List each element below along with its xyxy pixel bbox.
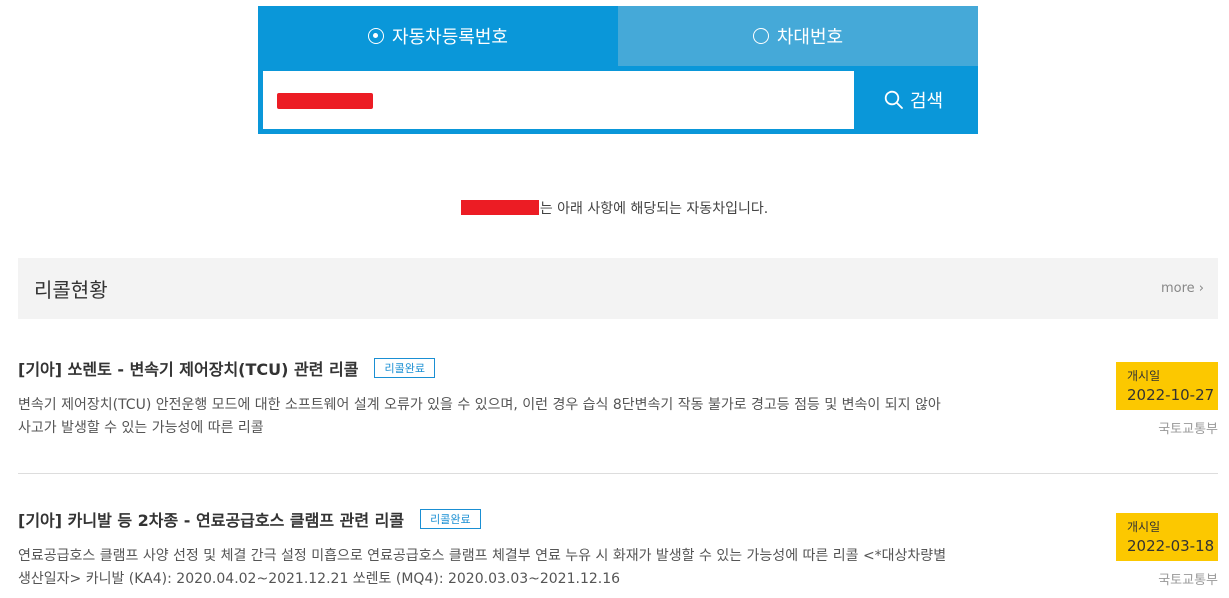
search-tabs: 자동차등록번호 차대번호 <box>258 6 978 66</box>
radio-unselected-icon[interactable] <box>752 28 769 44</box>
description-line: 사고가 발생할 수 있는 가능성에 따른 리콜 <box>18 420 264 436</box>
date-label: 개시일 <box>1127 520 1161 534</box>
status-badge: 리콜완료 <box>374 358 435 378</box>
search-input[interactable] <box>263 71 854 129</box>
recall-item-title-row: [기아] 카니발 등 2차종 - 연료공급호스 클램프 관련 리콜 리콜완료 <box>18 507 1218 531</box>
status-badge: 리콜완료 <box>420 509 481 529</box>
tab-label: 자동차등록번호 <box>392 27 508 48</box>
recall-item[interactable]: [기아] 쏘렌토 - 변속기 제어장치(TCU) 관련 리콜 리콜완료 변속기 … <box>18 356 1218 466</box>
description-line: 연료공급호스 클램프 사양 선정 및 체결 간극 설정 미흡으로 연료공급호스 … <box>18 548 947 564</box>
start-date-box: 개시일 2022-10-27 <box>1116 362 1218 410</box>
recall-item[interactable]: [기아] 카니발 등 2차종 - 연료공급호스 클램프 관련 리콜 리콜완료 연… <box>18 507 1218 598</box>
tab-registration-number[interactable]: 자동차등록번호 <box>258 6 618 66</box>
recall-section-header: 리콜현황 more › <box>18 258 1218 319</box>
redacted-value <box>277 93 373 109</box>
more-label: more <box>1160 281 1195 296</box>
chevron-right-icon: › <box>1198 281 1204 296</box>
agency-label: 국토교통부 <box>1158 573 1218 588</box>
recall-item-title[interactable]: [기아] 카니발 등 2차종 - 연료공급호스 클램프 관련 리콜 <box>18 507 404 531</box>
date-label: 개시일 <box>1127 369 1161 383</box>
date-value: 2022-03-18 <box>1127 537 1215 555</box>
result-message: 는 아래 사항에 해당되는 자동차입니다. <box>0 198 1229 218</box>
description-line: 변속기 제어장치(TCU) 안전운행 모드에 대한 소프트웨어 설계 오류가 있… <box>18 397 941 413</box>
tab-label: 차대번호 <box>776 27 844 48</box>
agency-label: 국토교통부 <box>1158 422 1218 437</box>
date-value: 2022-10-27 <box>1127 386 1215 404</box>
search-icon <box>884 90 903 109</box>
recall-item-description: 변속기 제어장치(TCU) 안전운행 모드에 대한 소프트웨어 설계 오류가 있… <box>18 394 1018 440</box>
result-text: 는 아래 사항에 해당되는 자동차입니다. <box>539 201 769 217</box>
redacted-plate <box>460 200 539 215</box>
radio-selected-icon[interactable] <box>368 28 385 44</box>
divider <box>18 473 1218 474</box>
recall-item-title[interactable]: [기아] 쏘렌토 - 변속기 제어장치(TCU) 관련 리콜 <box>18 356 358 380</box>
search-panel: 자동차등록번호 차대번호 검색 <box>258 6 978 134</box>
search-button-label: 검색 <box>909 91 944 112</box>
search-button[interactable]: 검색 <box>854 71 973 129</box>
start-date-box: 개시일 2022-03-18 <box>1116 513 1218 561</box>
more-link[interactable]: more › <box>1161 281 1204 296</box>
tab-vin[interactable]: 차대번호 <box>618 6 978 66</box>
section-title: 리콜현황 <box>34 278 108 302</box>
search-row: 검색 <box>263 71 973 129</box>
description-line: 생산일자> 카니발 (KA4): 2020.04.02~2021.12.21 쏘… <box>18 571 621 587</box>
recall-item-title-row: [기아] 쏘렌토 - 변속기 제어장치(TCU) 관련 리콜 리콜완료 <box>18 356 1218 380</box>
recall-item-description: 연료공급호스 클램프 사양 선정 및 체결 간극 설정 미흡으로 연료공급호스 … <box>18 545 1018 591</box>
